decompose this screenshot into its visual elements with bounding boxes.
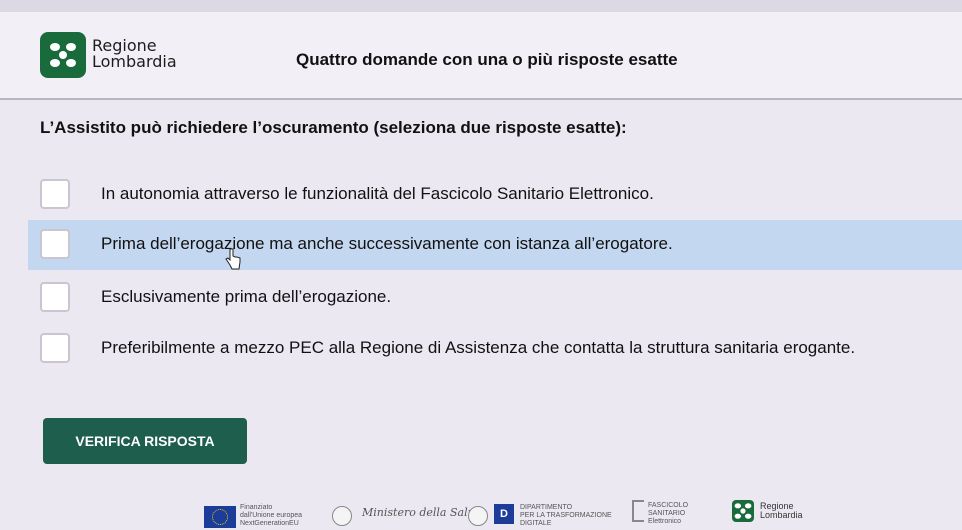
- fse-logo-icon: [632, 500, 644, 522]
- fse-line2: SANITARIO: [648, 510, 686, 517]
- page-title: Quattro domande con una o più risposte e…: [296, 50, 678, 69]
- dept-line2: PER LA TRASFORMAZIONE: [520, 512, 612, 519]
- eu-flag-icon: [204, 506, 236, 528]
- footer-logos: Finanziato dall'Unione europea NextGener…: [0, 490, 962, 530]
- answer-option-3[interactable]: Esclusivamente prima dell’erogazione.: [28, 273, 962, 323]
- hand-pointer-icon: [224, 248, 242, 275]
- rl-footer-line2: Lombardia: [760, 510, 803, 520]
- dept-line1: DIPARTIMENTO: [520, 504, 573, 511]
- department-text: DIPARTIMENTO PER LA TRASFORMAZIONE DIGIT…: [520, 504, 612, 528]
- answer-checkbox[interactable]: [40, 282, 70, 312]
- answer-label: Esclusivamente prima dell’erogazione.: [101, 287, 392, 306]
- top-strip: [0, 0, 962, 12]
- header: Regione Lombardia Quattro domande con un…: [0, 12, 962, 100]
- eu-line1: Finanziato: [240, 504, 273, 511]
- question-text: L’Assistito può richiedere l’oscuramento…: [40, 118, 627, 137]
- logo-text: Regione Lombardia: [92, 38, 177, 70]
- italian-republic-emblem-icon: [332, 506, 352, 526]
- answer-checkbox[interactable]: [40, 333, 70, 363]
- answer-label: Preferibilmente a mezzo PEC alla Regione…: [101, 338, 856, 357]
- answer-label: Prima dell’erogazione ma anche successiv…: [101, 234, 673, 253]
- verify-answer-button[interactable]: VERIFICA RISPOSTA: [43, 418, 247, 464]
- logo-text-line2: Lombardia: [92, 52, 177, 71]
- dept-line3: DIGITALE: [520, 520, 552, 527]
- answer-option-2[interactable]: Prima dell’erogazione ma anche successiv…: [28, 220, 962, 270]
- eu-funding-text: Finanziato dall'Unione europea NextGener…: [240, 504, 302, 528]
- fse-line3: Elettronico: [648, 518, 682, 525]
- fse-line1: FASCICOLO: [648, 502, 689, 509]
- eu-line2: dall'Unione europea: [240, 512, 303, 519]
- italian-republic-emblem-icon: [468, 506, 488, 526]
- regione-lombardia-logo-icon: [40, 32, 86, 78]
- regione-lombardia-small-logo-icon: [732, 500, 754, 522]
- answer-checkbox[interactable]: [40, 229, 70, 259]
- dtd-logo-icon: D: [494, 504, 514, 524]
- answer-checkbox[interactable]: [40, 179, 70, 209]
- rl-footer-text: Regione Lombardia: [760, 502, 803, 520]
- answer-option-4[interactable]: Preferibilmente a mezzo PEC alla Regione…: [28, 324, 962, 374]
- fse-text: FASCICOLO SANITARIO Elettronico: [648, 502, 688, 526]
- answer-option-1[interactable]: In autonomia attraverso le funzionalità …: [28, 170, 962, 220]
- eu-line3: NextGenerationEU: [240, 520, 299, 527]
- answer-label: In autonomia attraverso le funzionalità …: [101, 184, 654, 203]
